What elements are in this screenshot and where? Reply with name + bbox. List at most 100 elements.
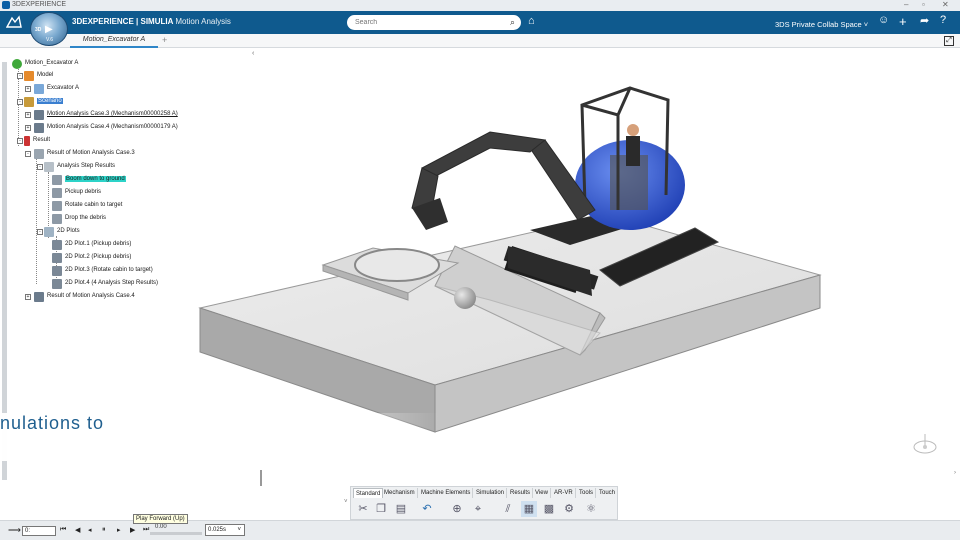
- analysis-icon[interactable]: ⚛: [583, 501, 599, 517]
- tree-node-scenario[interactable]: Scenario: [24, 96, 63, 107]
- cut-icon[interactable]: ✂: [355, 501, 371, 517]
- add-icon[interactable]: +: [899, 14, 907, 29]
- collapse-panel-icon[interactable]: ‹: [252, 50, 260, 58]
- tree-node-case3[interactable]: Motion Analysis Case.3 (Mechanism0000025…: [34, 109, 178, 120]
- expand-toggle[interactable]: +: [25, 86, 31, 92]
- panel-resize-handle[interactable]: [260, 470, 262, 486]
- tab-ar-vr[interactable]: AR-VR: [552, 488, 576, 498]
- step-selector[interactable]: 0.025s ˅: [205, 524, 245, 536]
- close-icon[interactable]: ✕: [942, 0, 949, 9]
- play-backward-icon[interactable]: ◂: [88, 526, 92, 534]
- search-input[interactable]: [355, 17, 500, 28]
- time-slider[interactable]: [150, 532, 202, 535]
- tab-motion-excavator[interactable]: Motion_Excavator A: [70, 34, 158, 48]
- tree-node-plot-2[interactable]: 2D Plot.2 (Pickup debris): [52, 252, 131, 263]
- tree-label-case3: Motion Analysis Case.3 (Mechanism0000025…: [47, 111, 178, 117]
- play-forward-icon[interactable]: ▸: [117, 526, 121, 534]
- add-tab-button[interactable]: +: [162, 35, 167, 45]
- collab-space-selector[interactable]: 3DS Private Collab Space ˅: [775, 20, 868, 29]
- 3d-viewport[interactable]: [190, 60, 840, 440]
- chevron-down-icon: ˅: [237, 527, 241, 533]
- tree-node-result-case3[interactable]: Result of Motion Analysis Case.3: [34, 148, 135, 159]
- pause-icon[interactable]: ⏸: [102, 526, 106, 534]
- tab-view[interactable]: View: [533, 488, 551, 498]
- scroll-right-icon[interactable]: ›: [954, 470, 960, 482]
- user-icon[interactable]: ☺: [878, 14, 889, 26]
- compass-widget[interactable]: 3D ▶ V.6: [30, 12, 68, 46]
- step-icon: [52, 200, 62, 211]
- tab-machine-elements[interactable]: Machine Elements: [419, 488, 474, 498]
- time-readout: 0.00: [155, 524, 167, 530]
- tree-node-2d-plots[interactable]: 2D Plots: [44, 226, 80, 237]
- tree-node-plot-4[interactable]: 2D Plot.4 (4 Analysis Step Results): [52, 278, 158, 289]
- document-tabs: Motion_Excavator A + ⤢: [0, 34, 960, 48]
- mechanism-icon[interactable]: ⚙: [561, 501, 577, 517]
- tab-mechanism[interactable]: Mechanism: [382, 488, 418, 498]
- tag-icon[interactable]: ⌂: [528, 15, 535, 27]
- tab-results[interactable]: Results: [508, 488, 534, 498]
- tree-node-step-1[interactable]: Boom down to ground: [52, 174, 126, 185]
- search-box[interactable]: ⌕: [347, 15, 521, 30]
- expand-toggle[interactable]: -: [37, 164, 43, 170]
- tree-node-step-2[interactable]: Pickup debris: [52, 187, 101, 198]
- minimize-icon[interactable]: –: [904, 0, 908, 9]
- paste-icon[interactable]: ▤: [393, 501, 409, 517]
- tab-simulation[interactable]: Simulation: [474, 488, 508, 498]
- tree-node-result[interactable]: Result: [24, 135, 50, 146]
- maximize-icon[interactable]: ▫: [922, 0, 925, 9]
- expand-toggle[interactable]: +: [25, 125, 31, 131]
- fullscreen-icon[interactable]: ⤢: [944, 36, 954, 46]
- copy-icon[interactable]: ❐: [373, 501, 389, 517]
- top-bar: 3DEXPERIENCE | SIMULIA Motion Analysis ⌕…: [0, 11, 960, 34]
- help-icon[interactable]: ?: [940, 14, 946, 26]
- tree-connector: [36, 158, 37, 284]
- zoom-icon[interactable]: ⊕: [449, 501, 465, 517]
- tab-standard[interactable]: Standard: [353, 488, 384, 498]
- tree-label-plot-3: 2D Plot.3 (Rotate cabin to target): [65, 267, 153, 273]
- expand-toggle[interactable]: -: [17, 99, 23, 105]
- tree-node-root[interactable]: Motion_Excavator A: [12, 58, 78, 69]
- expand-toggle[interactable]: +: [25, 112, 31, 118]
- result-case-icon: [34, 148, 44, 159]
- plot-icon: [52, 252, 62, 263]
- tree-node-step-results[interactable]: Analysis Step Results: [44, 161, 115, 172]
- share-icon[interactable]: ➦: [920, 14, 929, 27]
- expand-toggle[interactable]: +: [25, 294, 31, 300]
- plot-tool-icon[interactable]: ⫽: [500, 501, 516, 517]
- plot-icon: [52, 265, 62, 276]
- frame-input[interactable]: 0:: [22, 526, 56, 536]
- compass-3d-label: 3D: [35, 27, 42, 33]
- tree-node-model[interactable]: Model: [24, 70, 53, 81]
- tree-node-plot-3[interactable]: 2D Plot.3 (Rotate cabin to target): [52, 265, 153, 276]
- expand-toggle[interactable]: -: [25, 151, 31, 157]
- step-back-icon[interactable]: ◀: [75, 526, 80, 534]
- tree-label-step-results: Analysis Step Results: [57, 163, 116, 169]
- result-icon: [24, 135, 30, 146]
- ball: [454, 287, 476, 309]
- tree-node-result-case4[interactable]: Result of Motion Analysis Case.4: [34, 291, 135, 302]
- view-orientation-icon[interactable]: [910, 432, 940, 458]
- tree-node-case4[interactable]: Motion Analysis Case.4 (Mechanism0000017…: [34, 122, 178, 133]
- sensor-icon[interactable]: ▩: [541, 501, 557, 517]
- step-value: 0.025s: [208, 527, 227, 533]
- play-direction-icon[interactable]: ⟶: [8, 525, 21, 536]
- tab-touch[interactable]: Touch: [597, 488, 617, 498]
- tree-node-step-4[interactable]: Drop the debris: [52, 213, 106, 224]
- step-forward-icon[interactable]: ▶: [130, 526, 135, 534]
- undo-icon[interactable]: ↶: [419, 501, 435, 517]
- model-icon: [24, 70, 34, 81]
- jump-start-icon[interactable]: ⏮: [60, 526, 66, 534]
- measure-icon[interactable]: ⌖: [470, 501, 486, 517]
- tab-tools[interactable]: Tools: [577, 488, 597, 498]
- tree-node-excavator[interactable]: Excavator A: [34, 83, 79, 94]
- tree-node-step-3[interactable]: Rotate cabin to target: [52, 200, 122, 211]
- tree-node-plot-1[interactable]: 2D Plot.1 (Pickup debris): [52, 239, 131, 250]
- tree-label-result: Result: [33, 137, 51, 143]
- search-icon[interactable]: ⌕: [510, 17, 515, 28]
- expand-toggle[interactable]: -: [17, 138, 23, 144]
- tree-label-excavator: Excavator A: [47, 85, 80, 91]
- jump-end-icon[interactable]: ⏭: [143, 526, 149, 534]
- results-table-icon[interactable]: ▦: [521, 501, 537, 517]
- expand-toggle[interactable]: -: [17, 73, 23, 79]
- expand-toggle[interactable]: -: [37, 229, 43, 235]
